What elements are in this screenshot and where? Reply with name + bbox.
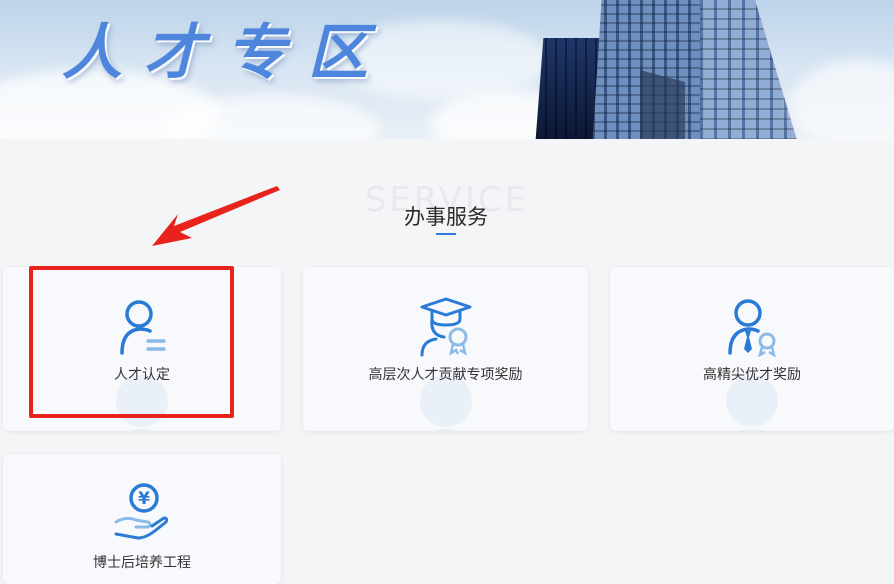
service-card-postdoc-program[interactable]: ¥ 博士后培养工程 [3, 454, 281, 584]
section-underline [436, 233, 456, 235]
person-tie-award-icon [728, 299, 776, 357]
service-card-label: 高层次人才贡献专项奖励 [368, 367, 523, 383]
svg-text:¥: ¥ [138, 489, 150, 509]
banner: 人才专区 [0, 0, 894, 139]
yen-hand-icon: ¥ [114, 483, 169, 540]
banner-title: 人才专区 [62, 18, 390, 88]
service-card-high-level-talent-reward[interactable]: 高层次人才贡献专项奖励 [303, 267, 588, 431]
service-card-top-talent-reward[interactable]: 高精尖优才奖励 [610, 267, 894, 431]
annotation-highlight-box [29, 266, 234, 418]
banner-cloud [790, 60, 894, 139]
service-card-label: 博士后培养工程 [93, 555, 191, 571]
annotation-arrow-icon [152, 186, 280, 246]
section-title: 办事服务 [404, 205, 488, 229]
service-card-label: 高精尖优才奖励 [703, 367, 801, 383]
banner-building [700, 0, 800, 139]
graduate-award-icon [420, 297, 471, 357]
banner-building [640, 70, 685, 139]
